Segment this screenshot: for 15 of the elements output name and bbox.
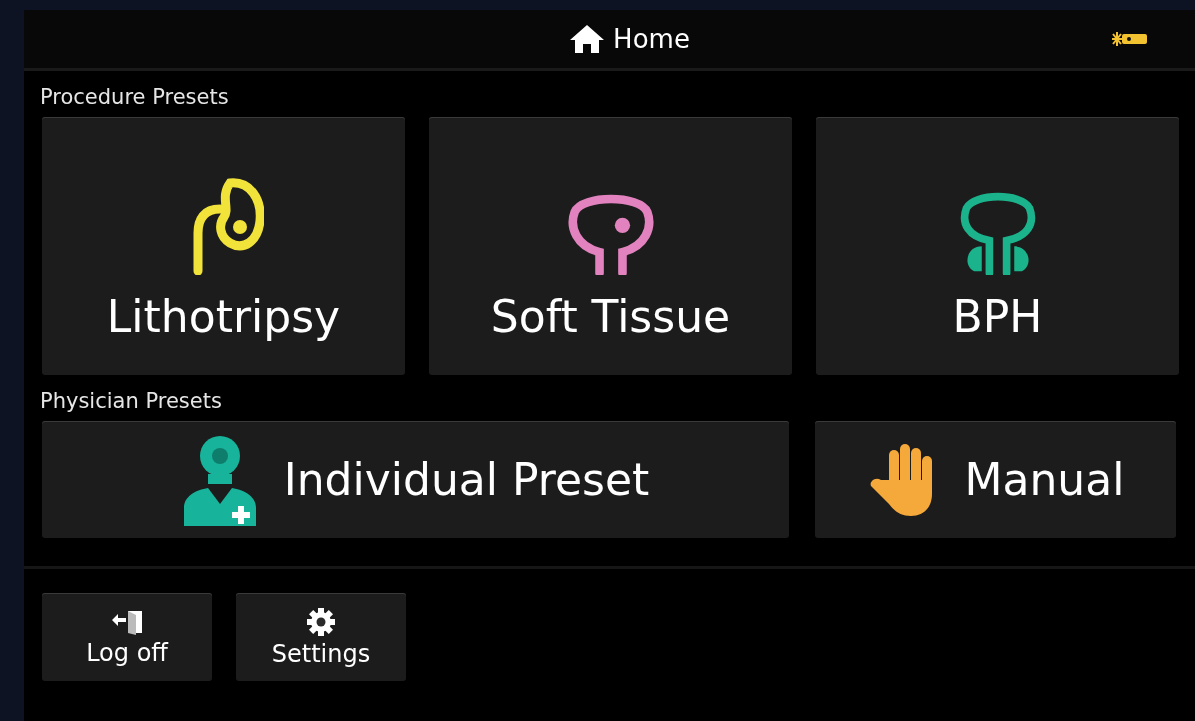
section-label: Procedure Presets — [40, 85, 229, 111]
settings-button[interactable]: Settings — [236, 593, 406, 681]
laser-icon — [1109, 29, 1149, 49]
physician-icon — [181, 433, 258, 526]
home-icon — [569, 24, 606, 54]
exit-door-icon — [110, 609, 144, 635]
preset-button[interactable]: Lithotripsy — [42, 117, 405, 375]
preset-button[interactable]: Manual — [815, 421, 1176, 538]
settings-icon — [307, 608, 335, 636]
preset-button[interactable]: BPH — [816, 117, 1179, 375]
preset-button[interactable]: Soft Tissue — [429, 117, 792, 375]
screen-title: Home — [613, 24, 690, 54]
preset-button[interactable]: Individual Preset — [42, 421, 789, 538]
log-off-button[interactable]: Log off — [42, 593, 212, 681]
section-label: Physician Presets — [40, 389, 222, 415]
